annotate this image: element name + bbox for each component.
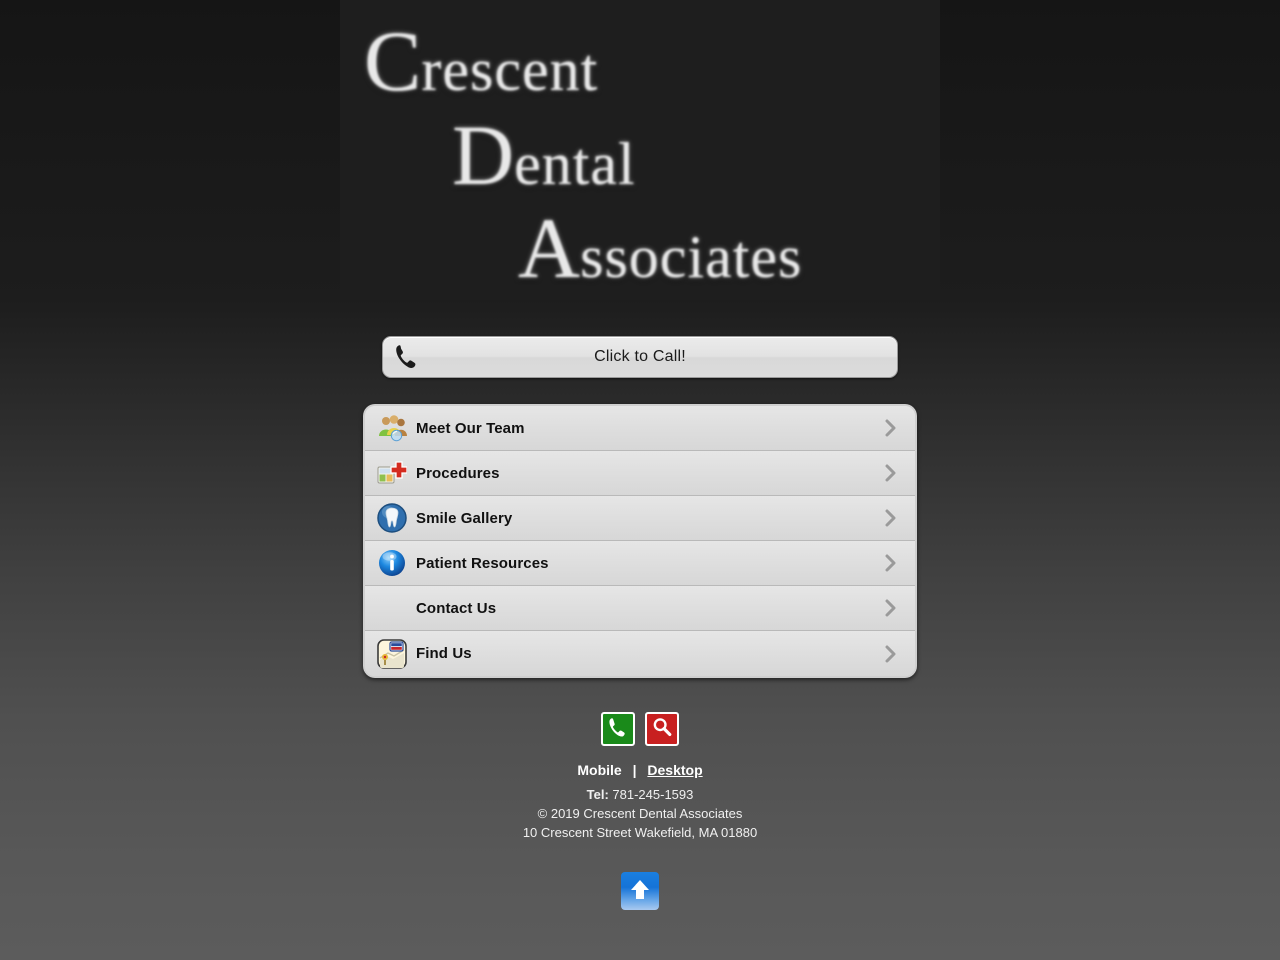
desktop-view-link[interactable]: Desktop xyxy=(647,762,702,778)
menu-item-label: Procedures xyxy=(416,464,500,482)
info-icon xyxy=(375,546,409,580)
footer-action-buttons xyxy=(0,712,1280,746)
click-to-call-button[interactable]: Click to Call! xyxy=(382,336,898,378)
logo-rest-ssociates: ssociates xyxy=(580,224,803,290)
logo-wordmark: Crescent Dental Associates xyxy=(340,0,940,300)
menu-item-label: Find Us xyxy=(416,645,472,662)
tel-label: Tel: xyxy=(586,787,609,802)
copyright-line: © 2019 Crescent Dental Associates xyxy=(537,806,743,821)
menu-item-icon-placeholder xyxy=(375,591,409,625)
menu-item-label: Smile Gallery xyxy=(416,509,513,527)
logo-line-dental: Dental xyxy=(452,112,636,198)
arrow-up-icon xyxy=(627,876,653,907)
chevron-right-icon xyxy=(885,419,897,437)
footer-call-button[interactable] xyxy=(601,712,635,746)
logo-rest-rescent: rescent xyxy=(421,37,599,103)
medical-cross-icon xyxy=(375,456,409,490)
chevron-right-icon xyxy=(885,464,897,482)
view-switcher-separator: | xyxy=(632,762,637,778)
chevron-right-icon xyxy=(885,599,897,617)
magnifier-icon xyxy=(651,716,673,743)
logo-cap-c: C xyxy=(364,13,422,109)
menu-item-label: Meet Our Team xyxy=(416,419,525,437)
click-to-call-label: Click to Call! xyxy=(594,348,686,365)
view-switcher: Mobile | Desktop xyxy=(0,762,1280,778)
chevron-right-icon xyxy=(885,554,897,572)
tel-number[interactable]: 781-245-1593 xyxy=(612,787,693,802)
site-logo-banner: Crescent Dental Associates xyxy=(340,0,940,300)
menu-item-meet-our-team[interactable]: Meet Our Team xyxy=(365,406,915,451)
footer-search-button[interactable] xyxy=(645,712,679,746)
phone-handset-icon xyxy=(393,342,421,372)
chevron-right-icon xyxy=(885,645,897,663)
menu-item-patient-resources[interactable]: Patient Resources xyxy=(365,541,915,586)
people-group-icon xyxy=(375,411,409,445)
back-to-top-button[interactable] xyxy=(621,872,659,910)
logo-line-associates: Associates xyxy=(518,205,802,291)
main-menu-list: Meet Our Team Procedures Smile Gallery P… xyxy=(363,404,917,678)
logo-cap-a: A xyxy=(518,200,581,296)
menu-item-find-us[interactable]: Find Us xyxy=(365,631,915,676)
menu-item-label: Contact Us xyxy=(416,599,497,617)
menu-item-procedures[interactable]: Procedures xyxy=(365,451,915,496)
site-footer: Mobile | Desktop Tel: 781-245-1593 © 201… xyxy=(0,712,1280,910)
phone-icon xyxy=(607,716,629,743)
logo-cap-d: D xyxy=(452,107,515,203)
mobile-site-page: Crescent Dental Associates Click to Call… xyxy=(0,0,1280,960)
menu-item-label: Patient Resources xyxy=(416,554,549,572)
chevron-right-icon xyxy=(885,509,897,527)
telephone-line: Tel: 781-245-1593 xyxy=(0,787,1280,802)
logo-rest-ental: ental xyxy=(514,131,636,197)
map-pin-icon xyxy=(375,637,409,671)
tooth-icon xyxy=(375,501,409,535)
menu-item-smile-gallery[interactable]: Smile Gallery xyxy=(365,496,915,541)
address-line: 10 Crescent Street Wakefield, MA 01880 xyxy=(522,825,758,840)
logo-line-crescent: Crescent xyxy=(364,18,598,104)
mobile-view-label: Mobile xyxy=(577,762,622,778)
menu-item-contact-us[interactable]: Contact Us xyxy=(365,586,915,631)
